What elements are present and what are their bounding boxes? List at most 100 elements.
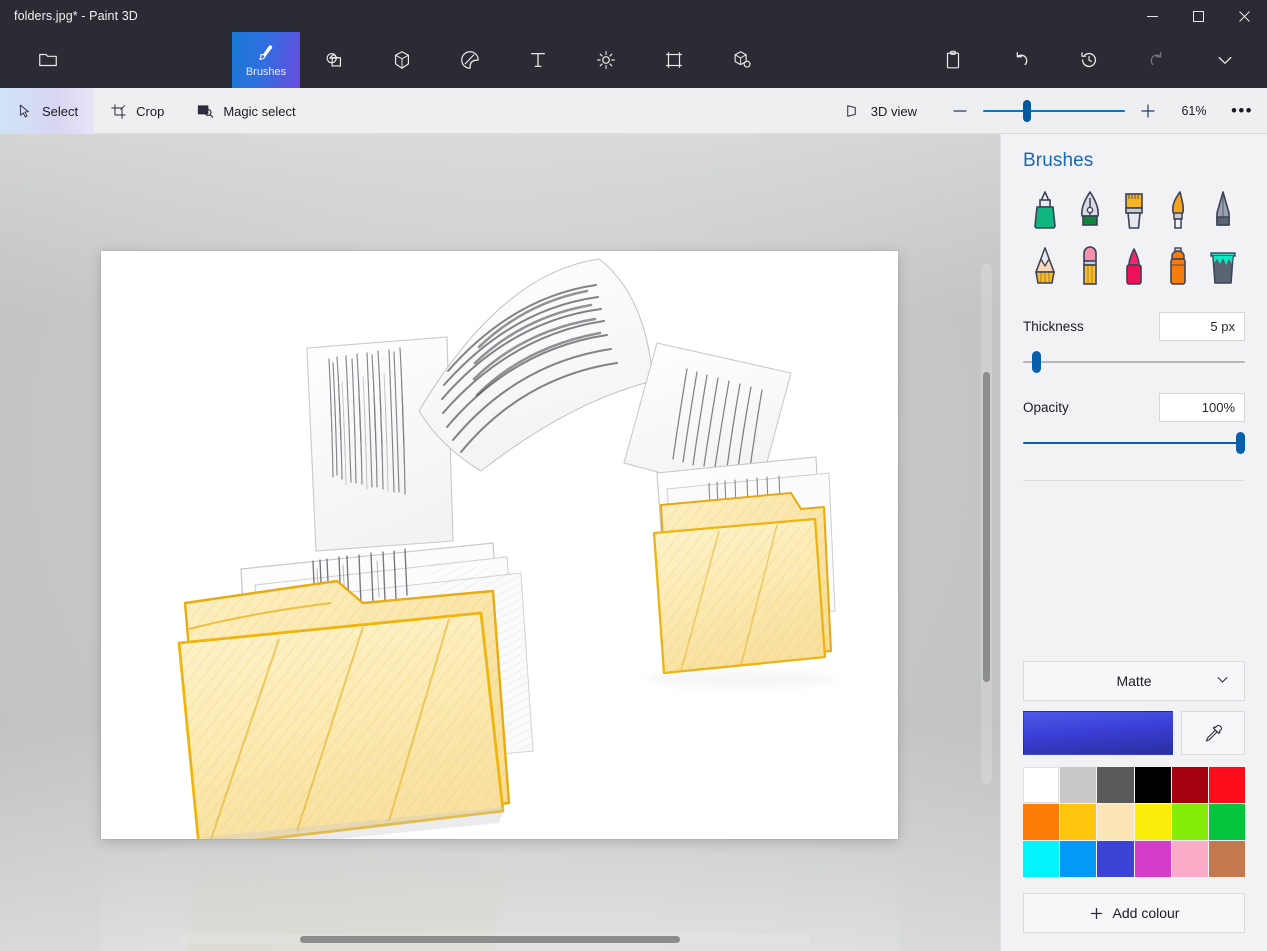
magic-select-icon — [198, 105, 214, 118]
close-button[interactable] — [1221, 0, 1267, 32]
palette-swatch[interactable] — [1097, 804, 1134, 840]
zoom-slider[interactable] — [983, 88, 1125, 134]
palette-swatch[interactable] — [1060, 804, 1097, 840]
tab-2d-shapes[interactable] — [300, 32, 368, 88]
plus-icon — [1090, 907, 1102, 919]
colour-row — [1023, 711, 1245, 755]
eyedropper-icon — [1205, 724, 1222, 742]
palette-swatch[interactable] — [1171, 767, 1208, 803]
brush-calligraphy-pen[interactable] — [1067, 184, 1111, 238]
palette-swatch[interactable] — [1023, 841, 1060, 877]
tab-stickers[interactable] — [436, 32, 504, 88]
canvas-workspace[interactable] — [0, 134, 1000, 951]
floating-sheet-left — [306, 336, 454, 552]
current-colour-swatch[interactable] — [1023, 711, 1173, 755]
opacity-slider-thumb[interactable] — [1236, 432, 1245, 454]
expand-ribbon-button[interactable] — [1191, 32, 1259, 88]
menu-button[interactable] — [14, 32, 82, 88]
brush-eraser[interactable] — [1067, 240, 1111, 294]
add-colour-label: Add colour — [1112, 905, 1180, 921]
pencil-icon — [1035, 247, 1055, 284]
crop-tool-button[interactable]: Crop — [94, 88, 180, 134]
drawing-canvas[interactable] — [101, 251, 898, 839]
palette-swatch[interactable] — [1060, 841, 1097, 877]
folder-menu-icon — [39, 53, 57, 67]
minimize-button[interactable] — [1129, 0, 1175, 32]
opacity-slider[interactable] — [1023, 430, 1245, 456]
history-button[interactable] — [1055, 32, 1123, 88]
tab-text[interactable] — [504, 32, 572, 88]
brush-spray-can[interactable] — [1156, 240, 1200, 294]
crayon-icon — [1126, 248, 1142, 285]
brush-fill[interactable] — [1201, 240, 1245, 294]
opacity-input[interactable]: 100% — [1159, 393, 1245, 422]
tab-effects[interactable] — [572, 32, 640, 88]
material-dropdown[interactable]: Matte — [1023, 661, 1245, 701]
pixel-pen-icon — [1215, 191, 1230, 226]
brush-pencil[interactable] — [1023, 240, 1067, 294]
horizontal-scrollbar-thumb[interactable] — [300, 936, 680, 943]
magic-select-button[interactable]: Magic select — [180, 88, 311, 134]
palette-swatch[interactable] — [1134, 841, 1171, 877]
brush-marker[interactable] — [1023, 184, 1067, 238]
close-icon — [1238, 10, 1250, 22]
tab-3d-shapes[interactable] — [368, 32, 436, 88]
thickness-slider[interactable] — [1023, 349, 1245, 375]
palette-swatch[interactable] — [1097, 767, 1134, 803]
zoom-slider-thumb[interactable] — [1022, 100, 1031, 122]
zoom-percent-label: 61% — [1181, 104, 1207, 118]
chevron-down-icon — [1215, 672, 1230, 690]
thickness-slider-thumb[interactable] — [1031, 351, 1041, 373]
material-label: Matte — [1116, 673, 1152, 689]
undo-button[interactable] — [987, 32, 1055, 88]
brush-oil[interactable] — [1112, 184, 1156, 238]
brush-grid — [1023, 184, 1245, 294]
add-colour-button[interactable]: Add colour — [1023, 893, 1245, 933]
select-tool-button[interactable]: Select — [0, 88, 95, 134]
body-area: Brushes Thickness 5 px Opacity 100% Matt… — [0, 134, 1267, 951]
brush-watercolour[interactable] — [1156, 184, 1200, 238]
brush-crayon[interactable] — [1112, 240, 1156, 294]
palette-swatch[interactable] — [1023, 767, 1060, 803]
brush-pixel-pen[interactable] — [1201, 184, 1245, 238]
3d-view-button[interactable]: 3D view — [828, 88, 933, 134]
palette-swatch[interactable] — [1060, 767, 1097, 803]
tab-canvas[interactable] — [640, 32, 708, 88]
palette-swatch[interactable] — [1208, 767, 1245, 803]
canvas-vertical-scrollbar[interactable] — [981, 264, 992, 784]
opacity-label: Opacity — [1023, 400, 1069, 415]
palette-swatch[interactable] — [1097, 841, 1134, 877]
tab-brushes[interactable]: Brushes — [232, 32, 300, 88]
redo-button[interactable] — [1123, 32, 1191, 88]
more-options-button[interactable]: ••• — [1223, 88, 1261, 134]
eyedropper-button[interactable] — [1181, 711, 1245, 755]
maximize-button[interactable] — [1175, 0, 1221, 32]
title-bar: folders.jpg* - Paint 3D — [0, 0, 1267, 32]
zoom-in-button[interactable] — [1131, 88, 1165, 134]
palette-swatch[interactable] — [1171, 841, 1208, 877]
undo-icon — [1016, 52, 1028, 66]
paint3d-window: folders.jpg* - Paint 3D Brushes Select C… — [0, 0, 1267, 951]
paste-button[interactable] — [919, 32, 987, 88]
minimize-icon — [1146, 15, 1158, 17]
thickness-input[interactable]: 5 px — [1159, 312, 1245, 341]
magic-select-label: Magic select — [223, 103, 296, 119]
palette-swatch[interactable] — [1023, 804, 1060, 840]
tab-3d-library[interactable] — [708, 32, 776, 88]
palette-swatch[interactable] — [1134, 804, 1171, 840]
vertical-scrollbar-thumb[interactable] — [983, 372, 990, 682]
panel-spacer — [1023, 481, 1245, 661]
canvas-icon — [666, 52, 682, 68]
zoom-out-button[interactable] — [943, 88, 977, 134]
thickness-slider-track — [1023, 361, 1245, 363]
canvas-container — [101, 251, 898, 839]
palette-swatch[interactable] — [1171, 804, 1208, 840]
canvas-horizontal-scrollbar[interactable] — [180, 934, 810, 945]
panel-title: Brushes — [1023, 150, 1094, 171]
effects-sun-icon — [597, 51, 615, 69]
palette-swatch[interactable] — [1208, 804, 1245, 840]
stickers-icon — [461, 51, 479, 69]
palette-swatch[interactable] — [1208, 841, 1245, 877]
palette-swatch[interactable] — [1134, 767, 1171, 803]
